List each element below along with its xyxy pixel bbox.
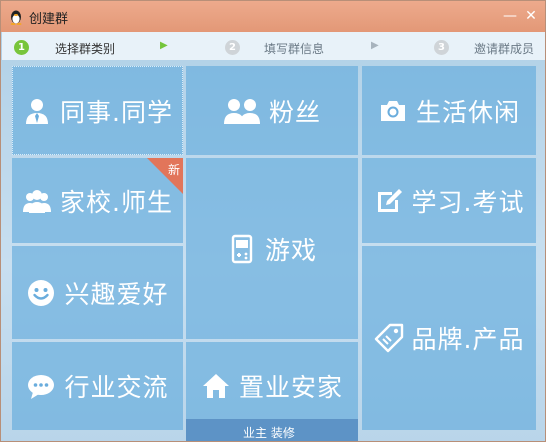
category-label: 行业交流 [64,373,169,402]
category-label: 游戏 [264,235,317,265]
category-tile-hobbies[interactable]: 兴趣爱好 [12,246,183,339]
category-tile-colleagues[interactable]: 同事.同学 [12,66,183,155]
category-label: 学习.考试 [411,187,525,217]
category-tile-lifestyle[interactable]: 生活休闲 [362,66,536,155]
category-tile-brands[interactable]: 品牌.产品 [362,246,536,430]
category-label: 品牌.产品 [411,325,525,354]
group-icon [22,186,52,216]
new-badge-text: 新 [167,163,180,177]
edit-icon [374,186,404,216]
two-people-icon [223,96,261,126]
category-label: 兴趣爱好 [64,279,169,309]
category-label: 生活休闲 [415,97,520,127]
category-label: 同事.同学 [60,97,173,127]
gamepad-icon [227,234,257,264]
category-tile-fans[interactable]: 粉丝 [186,66,358,155]
category-tile-industry[interactable]: 行业交流 [12,342,183,430]
category-label: 置业安家 [238,373,343,402]
house-icon [201,371,231,401]
category-tile-games[interactable]: 游戏 [186,158,358,339]
realestate-subtags-text: 业主 装修 [243,426,295,440]
category-tile-study[interactable]: 学习.考试 [362,158,536,243]
person-tie-icon [22,96,52,126]
category-tile-school[interactable]: 家校.师生 新 [12,158,183,243]
chat-bubble-icon [26,371,56,401]
smiley-icon [26,278,56,308]
category-tile-realestate[interactable]: 置业安家 [186,342,358,430]
new-badge: 新 [147,158,183,194]
tag-icon [374,323,404,353]
create-group-window: 创建群 — ✕ 1 选择群类别 ▶ 2 填写群信息 ▶ 3 邀请群成员 同事.同… [0,0,546,442]
category-label: 粉丝 [268,97,321,127]
realestate-subtags-strip: 业主 装修 [186,419,358,441]
category-grid: 同事.同学 家校.师生 新 兴趣爱好 行业交流 粉丝 游戏 置业安家 业主 装修… [1,1,545,441]
camera-icon [378,96,408,126]
